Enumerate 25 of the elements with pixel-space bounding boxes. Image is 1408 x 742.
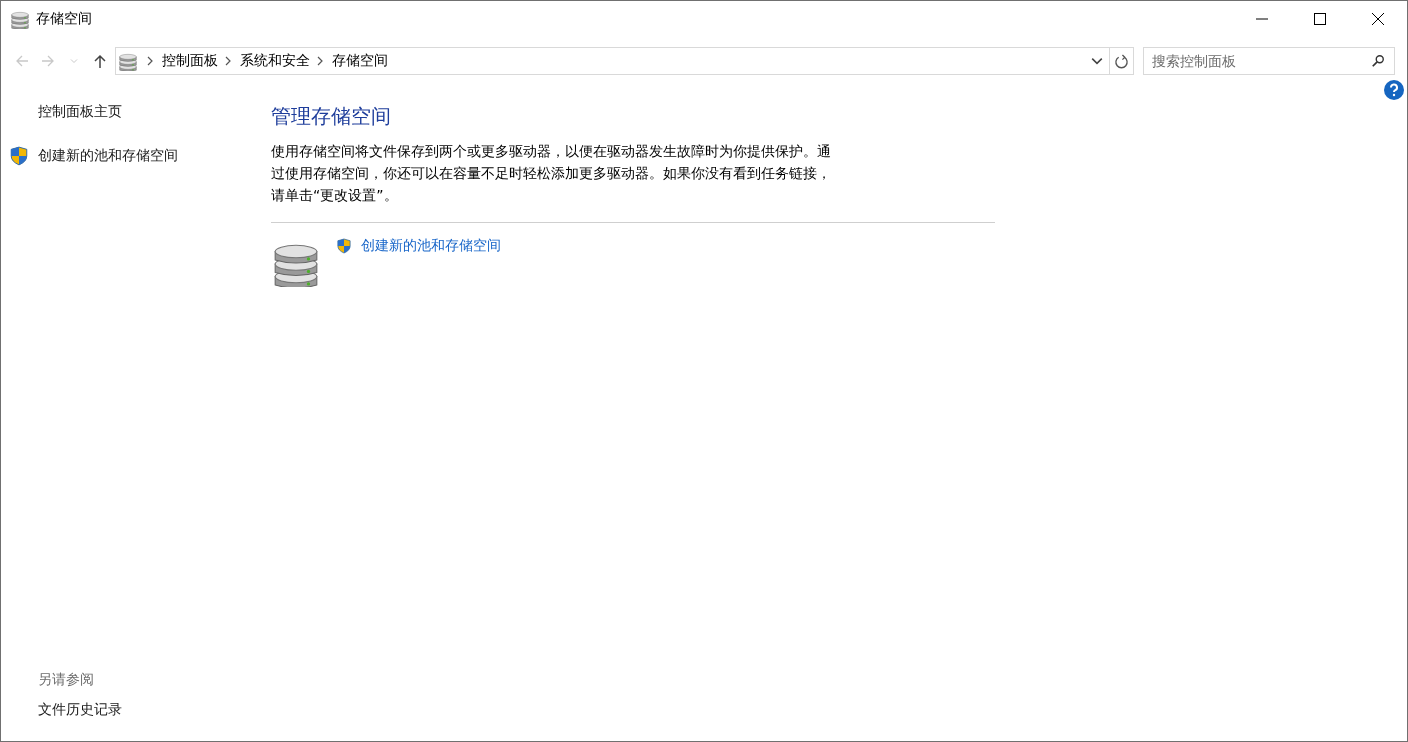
storage-icon: [118, 51, 138, 71]
chevron-icon: [147, 56, 153, 66]
search-field[interactable]: 搜索控制面板: [1143, 47, 1395, 75]
description-text: 使用存储空间将文件保存到两个或更多驱动器，以便在驱动器发生故障时为你提供保护。通过使用存储空间，你还可以在容量不足时轻松添加更多驱动器。如果你没有看到任务链接，请单击“更改设置”。: [271, 142, 832, 205]
window-title: 存储空间: [36, 10, 92, 28]
chevron-icon: [317, 56, 323, 66]
breadcrumb-item[interactable]: 控制面板: [162, 52, 218, 70]
search-icon: [1371, 54, 1385, 68]
sidebar-link[interactable]: 控制面板主页: [38, 103, 122, 121]
breadcrumb-item[interactable]: 存储空间: [332, 52, 388, 70]
maximize-icon[interactable]: [1314, 13, 1326, 25]
dropdown-icon[interactable]: [1091, 55, 1103, 67]
page-heading: 管理存储空间: [271, 103, 392, 130]
close-icon[interactable]: [1372, 13, 1384, 25]
sidebar-link[interactable]: 创建新的池和存储空间: [38, 147, 178, 165]
chevron-icon: [225, 56, 231, 66]
storage-icon: [10, 9, 30, 29]
breadcrumb-item[interactable]: 系统和安全: [240, 52, 310, 70]
address-bar[interactable]: 控制面板 系统和安全 存储空间: [115, 47, 1110, 75]
task-link[interactable]: 创建新的池和存储空间: [361, 237, 501, 255]
see-also-link[interactable]: 文件历史记录: [38, 701, 271, 719]
see-also-heading: 另请参阅: [38, 671, 95, 689]
refresh-icon[interactable]: [1114, 53, 1129, 69]
up-arrow-icon[interactable]: [92, 53, 108, 69]
help-icon[interactable]: [1383, 79, 1405, 101]
